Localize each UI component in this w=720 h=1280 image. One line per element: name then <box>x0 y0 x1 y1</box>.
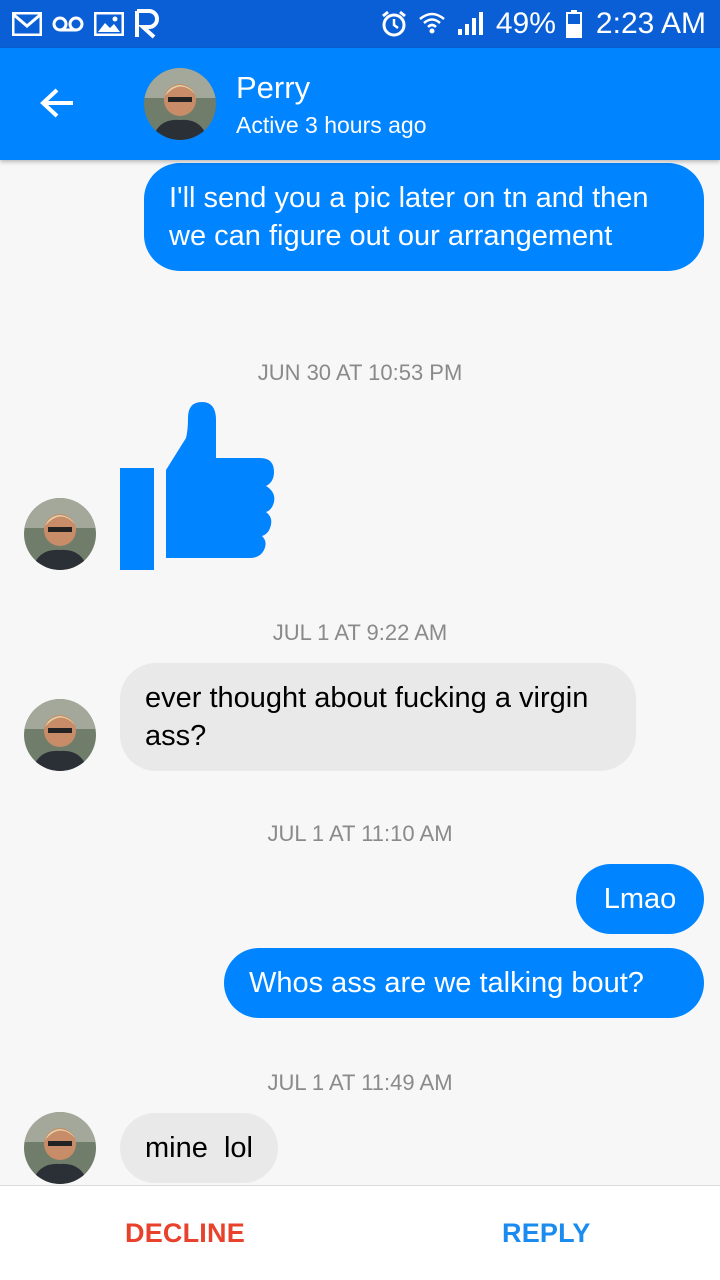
message-bubble-incoming[interactable]: ever thought about fucking a virgin ass? <box>120 663 636 771</box>
message-timestamp: JUL 1 AT 11:10 AM <box>267 821 453 846</box>
message-list[interactable]: I'll send you a pic later on tn and then… <box>0 160 720 1185</box>
back-arrow-icon <box>40 88 73 118</box>
status-bar: 49% 2:23 AM <box>0 0 720 48</box>
sender-avatar[interactable] <box>24 1112 96 1184</box>
wifi-icon <box>418 9 446 39</box>
battery-icon <box>565 9 582 39</box>
conversation-header: Perry Active 3 hours ago <box>0 48 720 160</box>
gallery-icon <box>94 9 124 39</box>
alarm-icon <box>380 9 408 39</box>
status-bar-notifications <box>12 9 160 39</box>
active-status: Active 3 hours ago <box>236 112 427 138</box>
message-timestamp: JUN 30 AT 10:53 PM <box>257 360 463 385</box>
sender-avatar[interactable] <box>24 699 96 771</box>
status-bar-system: 49% 2:23 AM <box>380 7 706 41</box>
voicemail-icon <box>52 9 84 39</box>
decline-button[interactable]: DECLINE <box>125 1218 245 1249</box>
like-sticker[interactable] <box>118 400 280 572</box>
message-bubble-outgoing[interactable]: I'll send you a pic later on tn and then… <box>144 163 704 271</box>
reply-button[interactable]: REPLY <box>502 1218 591 1249</box>
message-timestamp: JUL 1 AT 9:22 AM <box>272 620 448 645</box>
message-request-actions: DECLINE REPLY <box>0 1185 720 1280</box>
r-app-icon <box>134 9 160 39</box>
gmail-icon <box>12 9 42 39</box>
signal-icon <box>456 9 486 39</box>
back-button[interactable] <box>30 76 84 130</box>
message-bubble-outgoing[interactable]: Lmao <box>576 864 704 934</box>
sender-avatar[interactable] <box>24 498 96 570</box>
contact-avatar[interactable] <box>144 68 216 140</box>
message-timestamp: JUL 1 AT 11:49 AM <box>267 1070 453 1095</box>
battery-percent: 49% <box>495 7 556 40</box>
contact-name: Perry <box>236 70 311 105</box>
clock: 2:23 AM <box>595 7 706 40</box>
message-bubble-incoming[interactable]: mine lol <box>120 1113 278 1183</box>
thumbs-up-icon <box>120 402 275 570</box>
message-bubble-outgoing[interactable]: Whos ass are we talking bout? <box>224 948 704 1018</box>
